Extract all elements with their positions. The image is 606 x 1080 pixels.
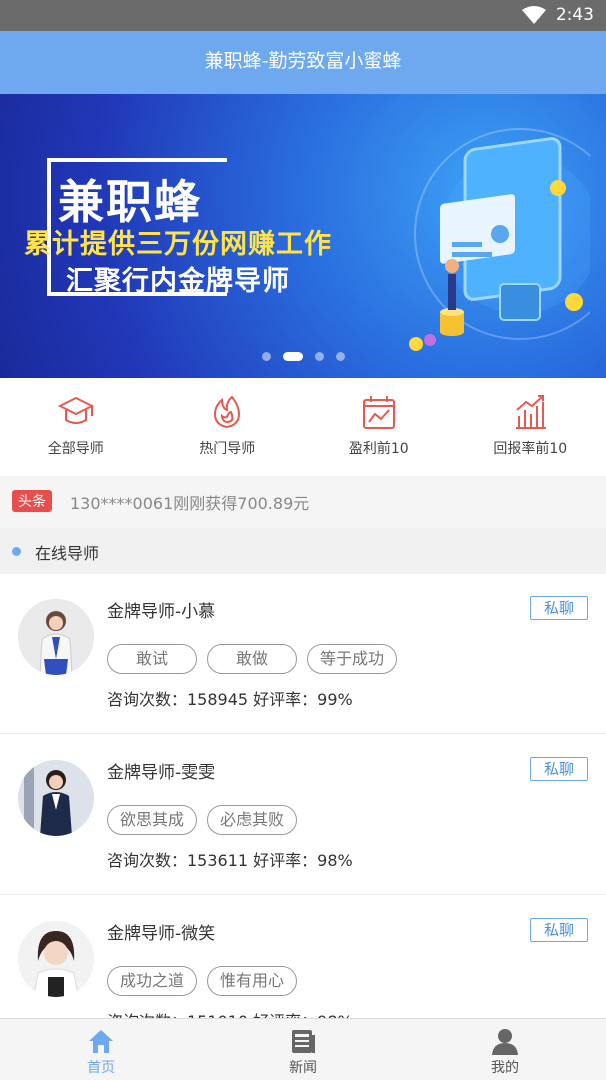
- status-time: 2:43: [555, 5, 594, 25]
- wifi-icon: [522, 6, 546, 24]
- mentor-tag: 敢试: [107, 644, 197, 674]
- mentor-stats: 咨询次数：153611 好评率：98%: [107, 851, 353, 870]
- news-ticker[interactable]: 头条 130****0061刚刚获得700.89元: [0, 476, 606, 528]
- tab-label: 首页: [87, 1060, 115, 1076]
- bullet-icon: [12, 547, 21, 556]
- private-chat-button[interactable]: 私聊: [530, 918, 588, 942]
- banner-subline: 累计提供三万份网赚工作: [24, 229, 332, 260]
- mentor-card[interactable]: 金牌导师-雯雯 私聊 欲思其成 必虑其败 咨询次数：153611 好评率：98%: [0, 735, 606, 895]
- quick-menu: 全部导师 热门导师 盈利前10 回报率前10: [0, 378, 606, 476]
- bottom-tab-bar: 首页 新闻 我的: [0, 1018, 606, 1080]
- bar-chart-icon: [516, 395, 547, 429]
- mentor-tag: 等于成功: [307, 644, 397, 674]
- mentor-name: 金牌导师-小慕: [107, 602, 216, 622]
- banner-illustration: [409, 128, 590, 351]
- private-chat-button[interactable]: 私聊: [530, 757, 588, 781]
- banner-tagline: 汇聚行内金牌导师: [66, 266, 290, 297]
- carousel-dot[interactable]: [314, 352, 324, 361]
- menu-label: 全部导师: [47, 441, 104, 457]
- menu-item-hot-mentors[interactable]: 热门导师: [152, 378, 304, 476]
- menu-label: 回报率前10: [493, 441, 568, 457]
- section-title: 在线导师: [35, 544, 100, 563]
- mentor-tag: 成功之道: [107, 966, 197, 996]
- headline-badge: 头条: [12, 490, 52, 512]
- flame-icon: [214, 395, 241, 429]
- tag-list: 成功之道 惟有用心: [107, 966, 307, 996]
- home-icon: [89, 1030, 113, 1053]
- menu-label: 热门导师: [199, 441, 256, 457]
- status-bar: 2:43: [0, 0, 606, 31]
- ticker-text: 130****0061刚刚获得700.89元: [70, 494, 310, 513]
- mentor-stats: 咨询次数：158945 好评率：99%: [107, 690, 353, 709]
- tab-label: 我的: [491, 1060, 519, 1076]
- private-chat-button[interactable]: 私聊: [530, 596, 588, 620]
- menu-item-all-mentors[interactable]: 全部导师: [0, 378, 152, 476]
- carousel-dot[interactable]: [335, 352, 345, 361]
- graduation-cap-icon: [57, 396, 94, 424]
- page-title: 兼职蜂-勤劳致富小蜜蜂: [0, 31, 606, 94]
- mentor-name: 金牌导师-微笑: [107, 924, 216, 944]
- tab-label: 新闻: [289, 1060, 317, 1076]
- menu-item-top-profit[interactable]: 盈利前10: [303, 378, 455, 476]
- mentor-tag: 必虑其败: [207, 805, 297, 835]
- news-icon: [292, 1030, 315, 1053]
- section-header: 在线导师: [0, 528, 606, 574]
- tab-home[interactable]: 首页: [0, 1019, 202, 1080]
- menu-item-top-return[interactable]: 回报率前10: [455, 378, 606, 476]
- tab-news[interactable]: 新闻: [202, 1019, 404, 1080]
- mentor-tag: 欲思其成: [107, 805, 197, 835]
- carousel-indicator: [0, 352, 606, 361]
- mentor-card[interactable]: 金牌导师-小慕 私聊 敢试 敢做 等于成功 咨询次数：158945 好评率：99…: [0, 574, 606, 734]
- calendar-chart-icon: [362, 396, 395, 429]
- tag-list: 敢试 敢做 等于成功: [107, 644, 407, 674]
- menu-label: 盈利前10: [348, 441, 409, 457]
- avatar: [18, 599, 94, 675]
- tab-profile[interactable]: 我的: [404, 1019, 606, 1080]
- mentor-name: 金牌导师-雯雯: [107, 763, 216, 783]
- avatar: [18, 921, 94, 997]
- profile-icon: [492, 1029, 518, 1055]
- tag-list: 欲思其成 必虑其败: [107, 805, 307, 835]
- carousel-dot-active[interactable]: [282, 352, 303, 361]
- carousel-dot[interactable]: [261, 352, 271, 361]
- avatar: [18, 760, 94, 836]
- mentor-tag: 敢做: [207, 644, 297, 674]
- mentor-tag: 惟有用心: [207, 966, 297, 996]
- promo-banner[interactable]: 兼职蜂 累计提供三万份网赚工作 汇聚行内金牌导师: [0, 94, 606, 378]
